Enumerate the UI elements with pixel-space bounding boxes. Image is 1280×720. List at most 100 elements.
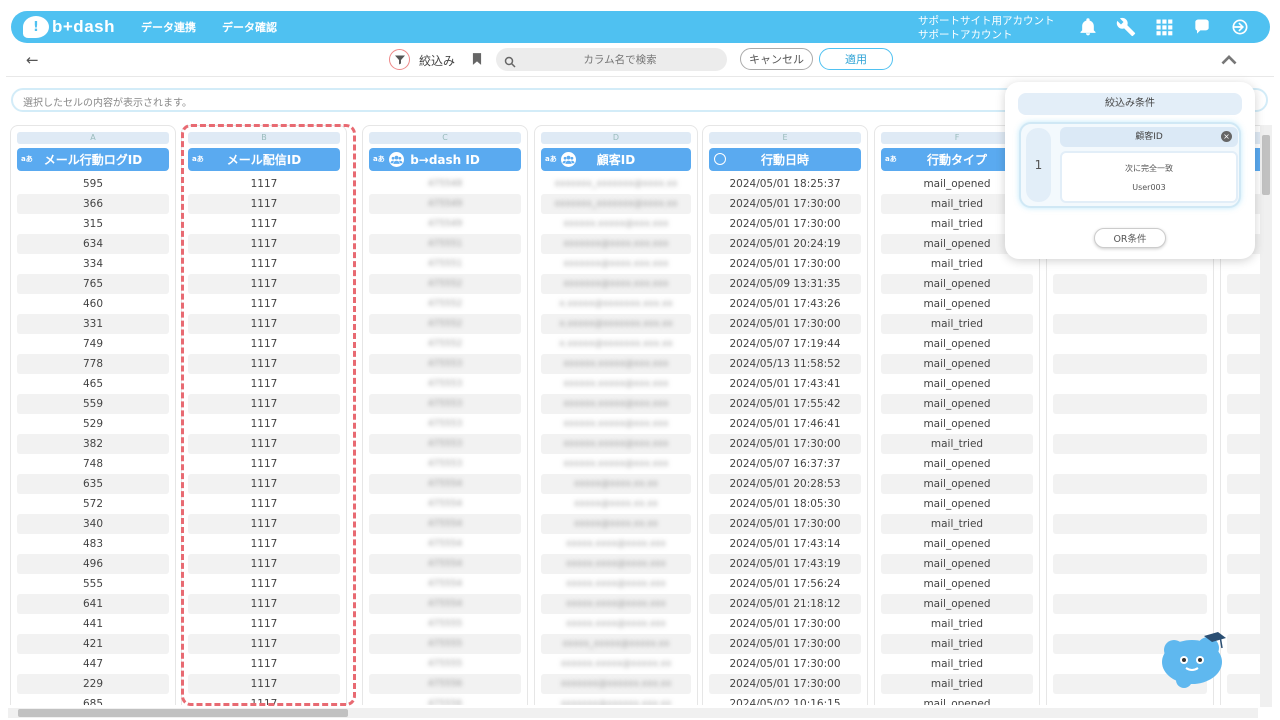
- table-cell[interactable]: 475552: [369, 314, 521, 334]
- table-cell[interactable]: 315: [17, 214, 169, 234]
- table-cell[interactable]: 641: [17, 594, 169, 614]
- table-cell[interactable]: [1227, 574, 1260, 594]
- column-header[interactable]: aあ メール行動ログID: [17, 148, 169, 171]
- table-cell[interactable]: 421: [17, 634, 169, 654]
- table-cell[interactable]: [1227, 294, 1260, 314]
- table-cell[interactable]: x.xxxxx@xxxxxxx.xxx.xx: [541, 314, 691, 334]
- table-cell[interactable]: [1227, 454, 1260, 474]
- table-cell[interactable]: [1227, 514, 1260, 534]
- table-cell[interactable]: [1227, 414, 1260, 434]
- table-cell[interactable]: xxxxx.xxxx@xxxx.xxx: [541, 554, 691, 574]
- table-cell[interactable]: xxxxx.xxxx@xxxx.xxx: [541, 534, 691, 554]
- table-cell[interactable]: [1227, 654, 1260, 674]
- table-cell[interactable]: 2024/05/01 17:43:14: [709, 534, 861, 554]
- table-cell[interactable]: 559: [17, 394, 169, 414]
- nav-data-check[interactable]: データ確認: [222, 19, 277, 35]
- table-cell[interactable]: 2024/05/01 17:30:00: [709, 654, 861, 674]
- table-cell[interactable]: mail_opened: [881, 454, 1033, 474]
- table-cell[interactable]: 2024/05/01 17:30:00: [709, 614, 861, 634]
- grid-menu-icon[interactable]: [1153, 15, 1175, 39]
- bookmark-icon[interactable]: [470, 51, 484, 71]
- table-cell[interactable]: 2024/05/02 10:16:15: [709, 694, 861, 705]
- table-cell[interactable]: [1227, 634, 1260, 654]
- table-cell[interactable]: xxxxx@xxxx.xx.xx: [541, 494, 691, 514]
- table-cell[interactable]: 1117: [188, 394, 340, 414]
- table-cell[interactable]: [1053, 554, 1207, 574]
- table-cell[interactable]: [1227, 394, 1260, 414]
- scroll-thumb[interactable]: [1262, 135, 1270, 195]
- table-cell[interactable]: 1117: [188, 514, 340, 534]
- table-cell[interactable]: 475552: [369, 334, 521, 354]
- table-cell[interactable]: 1117: [188, 594, 340, 614]
- table-cell[interactable]: x.xxxxx@xxxxxxx.xxx.xx: [541, 334, 691, 354]
- wrench-icon[interactable]: [1115, 15, 1137, 39]
- table-cell[interactable]: mail_tried: [881, 434, 1033, 454]
- table-cell[interactable]: [1053, 694, 1207, 705]
- logout-icon[interactable]: [1229, 15, 1251, 39]
- table-cell[interactable]: 441: [17, 614, 169, 634]
- table-cell[interactable]: 475553: [369, 394, 521, 414]
- table-cell[interactable]: 749: [17, 334, 169, 354]
- table-cell[interactable]: 685: [17, 694, 169, 705]
- table-cell[interactable]: 2024/05/07 16:37:37: [709, 454, 861, 474]
- table-cell[interactable]: [1053, 454, 1207, 474]
- table-cell[interactable]: 475554: [369, 474, 521, 494]
- table-cell[interactable]: 1117: [188, 494, 340, 514]
- table-cell[interactable]: xxxxxx.xxxxx@xxx.xxx: [541, 454, 691, 474]
- table-cell[interactable]: 2024/05/01 17:30:00: [709, 214, 861, 234]
- table-cell[interactable]: 2024/05/01 20:28:53: [709, 474, 861, 494]
- table-cell[interactable]: xxxxx@xxxx.xx.xx: [541, 514, 691, 534]
- table-cell[interactable]: 1117: [188, 414, 340, 434]
- table-cell[interactable]: 475549: [369, 194, 521, 214]
- table-cell[interactable]: 2024/05/01 17:55:42: [709, 394, 861, 414]
- table-cell[interactable]: 2024/05/01 17:30:00: [709, 674, 861, 694]
- table-cell[interactable]: 475556: [369, 674, 521, 694]
- condition-detail[interactable]: 次に完全一致 User003: [1060, 151, 1238, 203]
- table-cell[interactable]: 2024/05/01 20:24:19: [709, 234, 861, 254]
- table-cell[interactable]: 748: [17, 454, 169, 474]
- column-letter[interactable]: D: [541, 132, 691, 144]
- vertical-scrollbar[interactable]: [1260, 125, 1272, 707]
- table-cell[interactable]: xxxxx.xxxx@xxxx.xxx: [541, 594, 691, 614]
- column-header[interactable]: aあ メール配信ID: [188, 148, 340, 171]
- table-cell[interactable]: 475551: [369, 234, 521, 254]
- table-cell[interactable]: [1053, 494, 1207, 514]
- table-cell[interactable]: mail_opened: [881, 574, 1033, 594]
- table-cell[interactable]: xxxxxx.xxxxx@xxx.xxx: [541, 434, 691, 454]
- column-letter[interactable]: B: [188, 132, 340, 144]
- table-cell[interactable]: 595: [17, 174, 169, 194]
- table-cell[interactable]: 475554: [369, 594, 521, 614]
- table-cell[interactable]: 475553: [369, 414, 521, 434]
- or-condition-button[interactable]: OR条件: [1094, 228, 1166, 248]
- table-cell[interactable]: 1117: [188, 674, 340, 694]
- table-cell[interactable]: 475555: [369, 634, 521, 654]
- table-cell[interactable]: 2024/05/01 18:25:37: [709, 174, 861, 194]
- table-cell[interactable]: xxxxxx.xxxxx@xxx.xxx: [541, 374, 691, 394]
- table-cell[interactable]: 483: [17, 534, 169, 554]
- table-cell[interactable]: 765: [17, 274, 169, 294]
- table-cell[interactable]: 1117: [188, 434, 340, 454]
- cancel-button[interactable]: キャンセル: [740, 48, 813, 70]
- table-cell[interactable]: 1117: [188, 534, 340, 554]
- table-cell[interactable]: [1053, 354, 1207, 374]
- table-cell[interactable]: 465: [17, 374, 169, 394]
- table-cell[interactable]: 340: [17, 514, 169, 534]
- table-cell[interactable]: mail_opened: [881, 414, 1033, 434]
- table-cell[interactable]: 2024/05/01 17:46:41: [709, 414, 861, 434]
- table-cell[interactable]: 475551: [369, 254, 521, 274]
- table-cell[interactable]: mail_tried: [881, 614, 1033, 634]
- table-cell[interactable]: 382: [17, 434, 169, 454]
- table-cell[interactable]: xxxxxxx_xxxxxxx@xxxx.xx: [541, 174, 691, 194]
- support-chat-icon[interactable]: [1191, 15, 1213, 39]
- table-cell[interactable]: 447: [17, 654, 169, 674]
- table-cell[interactable]: 634: [17, 234, 169, 254]
- nav-data-integration[interactable]: データ連携: [141, 19, 196, 35]
- table-cell[interactable]: [1053, 514, 1207, 534]
- table-cell[interactable]: 1117: [188, 694, 340, 705]
- table-cell[interactable]: 496: [17, 554, 169, 574]
- table-cell[interactable]: 2024/05/01 17:30:00: [709, 194, 861, 214]
- table-cell[interactable]: 460: [17, 294, 169, 314]
- table-cell[interactable]: 2024/05/01 17:30:00: [709, 254, 861, 274]
- table-cell[interactable]: [1053, 434, 1207, 454]
- table-cell[interactable]: [1053, 414, 1207, 434]
